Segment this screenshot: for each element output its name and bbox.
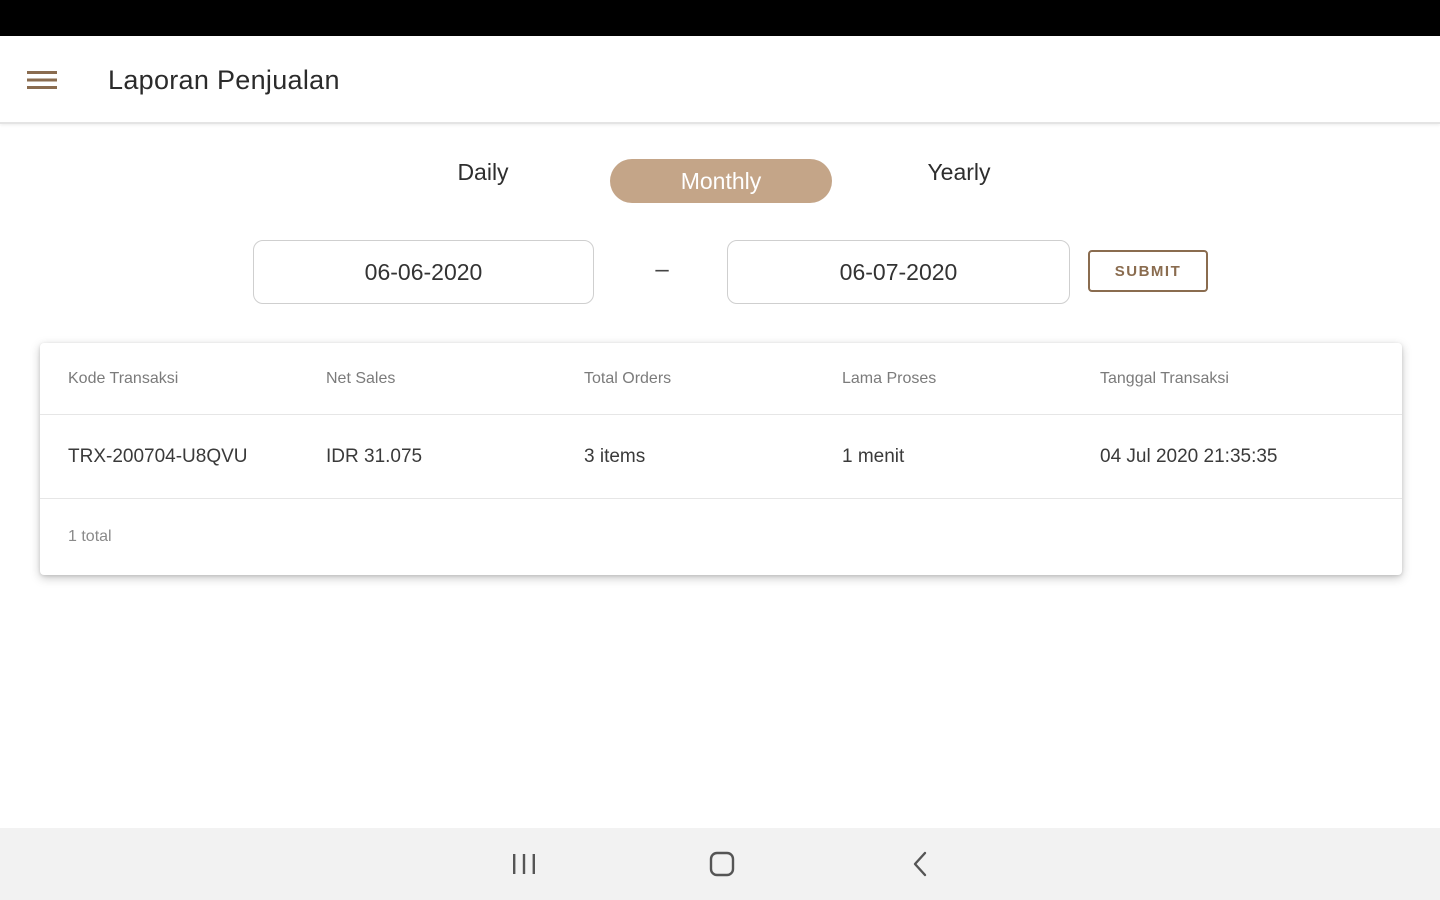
sales-report-table: Kode Transaksi Net Sales Total Orders La…: [40, 343, 1402, 575]
start-date-input[interactable]: [253, 240, 594, 304]
hamburger-menu-icon: [27, 71, 57, 89]
system-status-bar: [0, 0, 1440, 36]
back-icon: [913, 851, 927, 877]
table-total-count: 1 total: [68, 528, 112, 545]
column-header-lama-proses[interactable]: Lama Proses: [814, 370, 1072, 388]
end-date-input[interactable]: [727, 240, 1070, 304]
tab-monthly[interactable]: Monthly: [610, 159, 832, 203]
column-header-total-orders[interactable]: Total Orders: [556, 370, 814, 388]
period-tabs: Daily Monthly Yearly: [0, 150, 1440, 210]
submit-button[interactable]: SUBMIT: [1088, 250, 1208, 292]
table-row[interactable]: TRX-200704-U8QVU IDR 31.075 3 items 1 me…: [40, 415, 1402, 499]
process-duration-cell: 1 menit: [842, 445, 905, 467]
table-header-row: Kode Transaksi Net Sales Total Orders La…: [40, 343, 1402, 415]
tab-daily[interactable]: Daily: [408, 150, 558, 194]
column-header-kode-transaksi[interactable]: Kode Transaksi: [40, 370, 298, 388]
net-sales-cell: IDR 31.075: [326, 445, 423, 467]
total-orders-cell: 3 items: [584, 445, 646, 467]
transaction-code-cell: TRX-200704-U8QVU: [68, 445, 248, 467]
home-icon: [709, 851, 735, 877]
menu-button[interactable]: [22, 60, 62, 100]
page-title: Laporan Penjualan: [108, 65, 340, 95]
back-button[interactable]: [898, 844, 942, 884]
app-bar: Laporan Penjualan: [0, 36, 1440, 124]
recent-apps-icon: [513, 854, 535, 874]
column-header-net-sales[interactable]: Net Sales: [298, 370, 556, 388]
home-button[interactable]: [700, 844, 744, 884]
date-range-separator: –: [655, 256, 669, 283]
system-navigation-bar: [0, 828, 1440, 900]
tab-yearly[interactable]: Yearly: [884, 150, 1034, 194]
column-header-tanggal-transaksi[interactable]: Tanggal Transaksi: [1072, 370, 1402, 388]
recent-apps-button[interactable]: [502, 844, 546, 884]
transaction-date-cell: 04 Jul 2020 21:35:35: [1100, 445, 1278, 467]
